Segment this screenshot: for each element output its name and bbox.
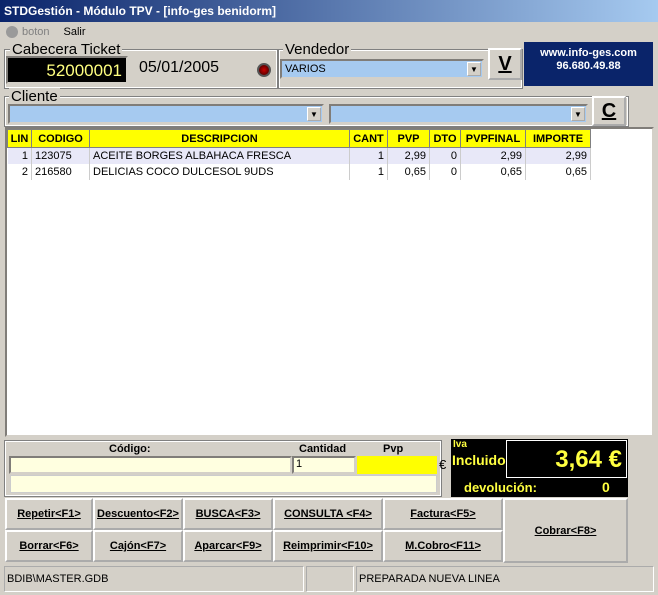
menu-item-salir[interactable]: Salir (64, 26, 86, 38)
cliente-button[interactable]: C (592, 96, 626, 126)
table-cell: 1 (7, 147, 32, 164)
table-cell: 2,99 (387, 147, 430, 164)
total-amount: 3,64 € (506, 440, 627, 478)
column-header[interactable]: PVP (387, 129, 430, 148)
cantidad-input[interactable]: 1 (292, 456, 356, 474)
iva-label: Iva (453, 439, 467, 450)
table-row[interactable]: 1 123075 ACEITE BORGES ALBAHACA FRESCA 1 2,9… (7, 147, 591, 164)
table-cell: DELICIAS COCO DULCESOL 9UDS (89, 163, 350, 180)
reimprimir-button[interactable]: Reimprimir<F10> (273, 530, 383, 562)
chevron-down-icon: ▼ (571, 107, 585, 121)
incluido-label: Incluido (452, 452, 506, 468)
vendedor-label: Vendedor (283, 41, 352, 58)
cantidad-label: Cantidad (299, 443, 347, 455)
column-header[interactable]: DESCRIPCION (89, 129, 350, 148)
table-cell: 0,65 (525, 163, 591, 180)
table-cell: 1 (349, 147, 388, 164)
currency-symbol: € (439, 457, 447, 472)
cliente-select-2[interactable]: ▼ (329, 104, 588, 124)
circle-icon (6, 26, 18, 38)
menu-label: boton (22, 26, 50, 38)
cajon-button[interactable]: Cajón<F7> (93, 530, 183, 562)
table-cell: 123075 (31, 147, 90, 164)
devolucion-label: devolución: (464, 480, 537, 495)
brand-phone: 96.680.49.88 (556, 60, 621, 72)
busca-button[interactable]: BUSCA<F3> (183, 498, 273, 530)
status-led-icon (257, 63, 271, 77)
cliente-select-1[interactable]: ▼ (8, 104, 324, 124)
table-cell: 2,99 (460, 147, 526, 164)
ticket-number: 52000001 (6, 56, 128, 84)
repetir-button[interactable]: Repetir<F1> (5, 498, 93, 530)
descuento-button[interactable]: Descuento<F2> (93, 498, 183, 530)
chevron-down-icon: ▼ (307, 107, 321, 121)
column-header[interactable]: DTO (429, 129, 461, 148)
aparcar-button[interactable]: Aparcar<F9> (183, 530, 273, 562)
pvp-input[interactable] (357, 456, 437, 474)
lines-table: LIN CODIGO DESCRIPCION CANT PVP DTO PVPFINAL IM… (7, 129, 591, 180)
status-message: PREPARADA NUEVA LINEA (356, 566, 654, 592)
status-db: BDIB\MASTER.GDB (4, 566, 304, 592)
status-middle (306, 566, 354, 592)
consulta-button[interactable]: CONSULTA <F4> (273, 498, 383, 530)
codigo-input[interactable] (9, 456, 292, 474)
table-cell: 216580 (31, 163, 90, 180)
menu-bar: boton Salir (6, 24, 86, 40)
chevron-down-icon: ▼ (467, 62, 481, 76)
table-cell: ACEITE BORGES ALBAHACA FRESCA (89, 147, 350, 164)
table-cell: 0,65 (387, 163, 430, 180)
menu-item-boton[interactable]: boton (6, 26, 50, 38)
window-title: STDGestión - Módulo TPV - [info-ges beni… (0, 0, 658, 22)
column-header[interactable]: IMPORTE (525, 129, 591, 148)
factura-button[interactable]: Factura<F5> (383, 498, 503, 530)
vendedor-select[interactable]: VARIOS ▼ (280, 59, 484, 79)
pvp-label: Pvp (383, 443, 404, 455)
table-cell: 2,99 (525, 147, 591, 164)
vendedor-value: VARIOS (285, 63, 326, 75)
description-field[interactable] (10, 475, 437, 493)
devolucion-value: 0 (602, 479, 610, 495)
lines-grid[interactable]: LIN CODIGO DESCRIPCION CANT PVP DTO PVPFINAL IM… (5, 127, 654, 437)
table-row[interactable]: 2 216580 DELICIAS COCO DULCESOL 9UDS 1 0,65 0… (7, 163, 591, 180)
mcobro-button[interactable]: M.Cobro<F11> (383, 530, 503, 562)
ticket-date: 05/01/2005 (139, 59, 220, 76)
column-header[interactable]: CANT (349, 129, 388, 148)
cobrar-button[interactable]: Cobrar<F8> (503, 498, 628, 563)
column-header[interactable]: PVPFINAL (460, 129, 526, 148)
borrar-button[interactable]: Borrar<F6> (5, 530, 93, 562)
brand-url: www.info-ges.com (540, 47, 637, 59)
brand-box: www.info-ges.com 96.680.49.88 (524, 42, 653, 86)
table-cell: 0 (429, 147, 461, 164)
vendedor-button[interactable]: V (488, 48, 522, 80)
table-cell: 1 (349, 163, 388, 180)
table-cell: 0 (429, 163, 461, 180)
column-header[interactable]: CODIGO (31, 129, 90, 148)
cliente-label: Cliente (9, 88, 60, 105)
table-cell: 2 (7, 163, 32, 180)
column-header[interactable]: LIN (7, 129, 32, 148)
table-cell: 0,65 (460, 163, 526, 180)
codigo-label: Código: (109, 443, 151, 455)
